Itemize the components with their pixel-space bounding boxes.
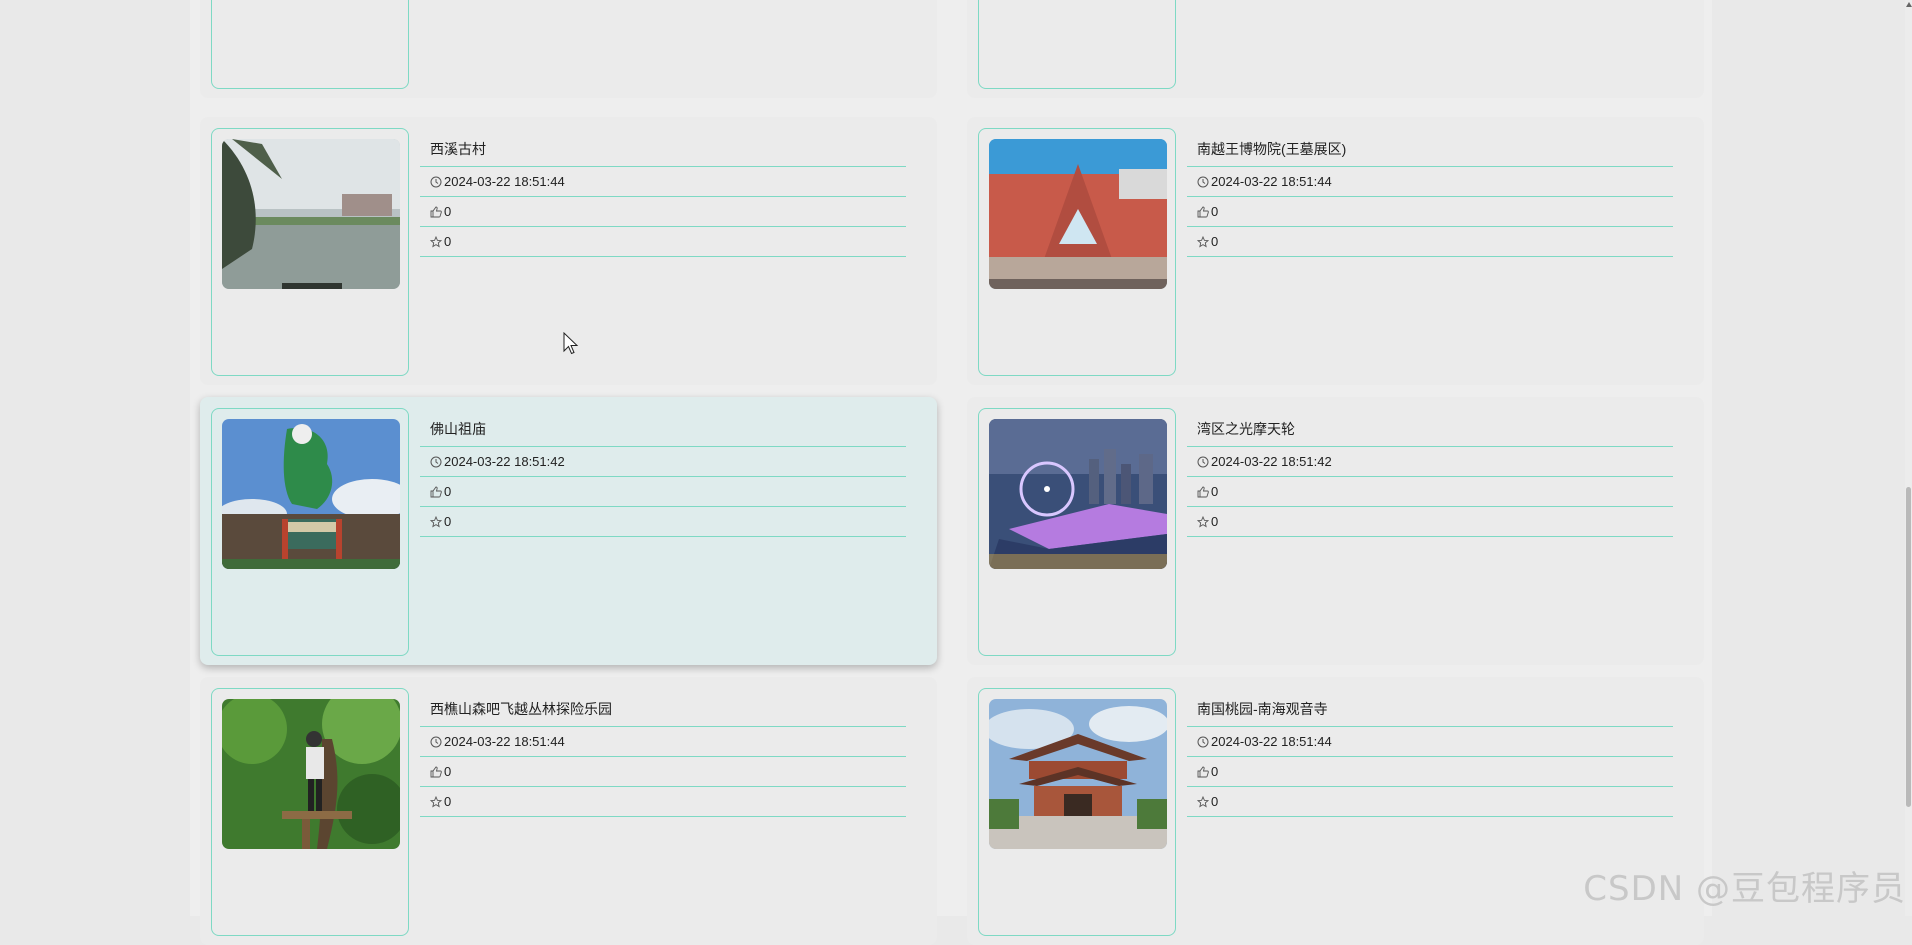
star-icon[interactable]: [430, 795, 442, 808]
star-icon[interactable]: [430, 515, 442, 528]
attraction-info: 湾区之光摩天轮 2024-03-22 18:51:42 0 0: [1187, 411, 1673, 537]
attraction-card[interactable]: 西樵山森吧飞越丛林探险乐园 2024-03-22 18:51:44 0 0: [200, 677, 937, 945]
thumbs-up-icon[interactable]: [1197, 206, 1209, 218]
thumbnail-frame: [978, 688, 1176, 936]
thumbnail-frame: [211, 128, 409, 376]
attraction-thumbnail[interactable]: [989, 699, 1167, 849]
likes-count: 0: [444, 204, 452, 219]
favorites-count: 0: [444, 514, 452, 529]
attraction-thumbnail[interactable]: [222, 139, 400, 289]
publish-date: 2024-03-22 18:51:44: [1211, 174, 1332, 189]
attraction-info: 南国桃园-南海观音寺 2024-03-22 18:51:44 0 0: [1187, 691, 1673, 817]
publish-date: 2024-03-22 18:51:42: [1211, 454, 1332, 469]
vertical-scrollbar[interactable]: [1905, 0, 1912, 916]
attraction-card[interactable]: [200, 0, 937, 98]
favorites-row: 0: [420, 507, 906, 537]
favorites-count: 0: [1211, 514, 1219, 529]
publish-date: 2024-03-22 18:51:44: [444, 734, 565, 749]
likes-row: 0: [1187, 197, 1673, 227]
thumbs-up-icon[interactable]: [1197, 766, 1209, 778]
favorites-count: 0: [1211, 794, 1219, 809]
thumbs-up-icon[interactable]: [430, 486, 442, 498]
publish-date-row: 2024-03-22 18:51:44: [420, 167, 906, 197]
attraction-card[interactable]: 南越王博物院(王墓展区) 2024-03-22 18:51:44 0 0: [967, 117, 1704, 385]
favorites-row: 0: [1187, 787, 1673, 817]
attraction-thumbnail[interactable]: [989, 139, 1167, 289]
thumbs-up-icon[interactable]: [430, 206, 442, 218]
publish-date: 2024-03-22 18:51:44: [444, 174, 565, 189]
likes-row: 0: [420, 757, 906, 787]
likes-count: 0: [444, 764, 452, 779]
clock-icon: [1197, 456, 1209, 468]
favorites-row: 0: [420, 227, 906, 257]
thumbnail-frame: [211, 408, 409, 656]
favorites-count: 0: [444, 794, 452, 809]
clock-icon: [1197, 736, 1209, 748]
clock-icon: [430, 736, 442, 748]
thumbs-up-icon[interactable]: [430, 766, 442, 778]
thumbnail-frame: [978, 408, 1176, 656]
likes-count: 0: [444, 484, 452, 499]
attraction-title[interactable]: 西溪古村: [420, 131, 906, 167]
scroll-up-arrow-icon[interactable]: [1906, 2, 1912, 7]
attraction-info: 西溪古村 2024-03-22 18:51:44 0 0: [420, 131, 906, 257]
attraction-info: 佛山祖庙 2024-03-22 18:51:42 0 0: [420, 411, 906, 537]
mouse-cursor-icon: [563, 332, 579, 355]
attraction-title[interactable]: 南越王博物院(王墓展区): [1187, 131, 1673, 167]
favorites-row: 0: [1187, 507, 1673, 537]
watermark: CSDN @豆包程序员: [1583, 869, 1906, 909]
attraction-info: 南越王博物院(王墓展区) 2024-03-22 18:51:44 0 0: [1187, 131, 1673, 257]
attraction-card[interactable]: [967, 0, 1704, 98]
thumbnail-frame: [211, 0, 409, 89]
thumbnail-frame: [978, 128, 1176, 376]
likes-row: 0: [1187, 757, 1673, 787]
clock-icon: [430, 176, 442, 188]
likes-count: 0: [1211, 764, 1219, 779]
star-icon[interactable]: [1197, 795, 1209, 808]
likes-row: 0: [1187, 477, 1673, 507]
favorites-row: 0: [1187, 227, 1673, 257]
attraction-card[interactable]: 佛山祖庙 2024-03-22 18:51:42 0 0: [200, 397, 937, 665]
thumbnail-frame: [978, 0, 1176, 89]
publish-date-row: 2024-03-22 18:51:44: [1187, 167, 1673, 197]
star-icon[interactable]: [430, 235, 442, 248]
attraction-list: 西溪古村 2024-03-22 18:51:44 0 0 南越王博物院(王墓展区…: [190, 0, 1712, 945]
thumbs-up-icon[interactable]: [1197, 486, 1209, 498]
star-icon[interactable]: [1197, 515, 1209, 528]
attraction-title[interactable]: 佛山祖庙: [420, 411, 906, 447]
clock-icon: [430, 456, 442, 468]
attraction-thumbnail[interactable]: [222, 699, 400, 849]
favorites-count: 0: [1211, 234, 1219, 249]
attraction-title[interactable]: 湾区之光摩天轮: [1187, 411, 1673, 447]
attraction-thumbnail[interactable]: [989, 419, 1167, 569]
attraction-card[interactable]: 湾区之光摩天轮 2024-03-22 18:51:42 0 0: [967, 397, 1704, 665]
attraction-thumbnail[interactable]: [222, 419, 400, 569]
attraction-title[interactable]: 西樵山森吧飞越丛林探险乐园: [420, 691, 906, 727]
publish-date-row: 2024-03-22 18:51:44: [420, 727, 906, 757]
star-icon[interactable]: [1197, 235, 1209, 248]
clock-icon: [1197, 176, 1209, 188]
publish-date-row: 2024-03-22 18:51:42: [420, 447, 906, 477]
attraction-info: 西樵山森吧飞越丛林探险乐园 2024-03-22 18:51:44 0 0: [420, 691, 906, 817]
likes-count: 0: [1211, 484, 1219, 499]
publish-date-row: 2024-03-22 18:51:42: [1187, 447, 1673, 477]
publish-date: 2024-03-22 18:51:44: [1211, 734, 1332, 749]
likes-row: 0: [420, 197, 906, 227]
likes-row: 0: [420, 477, 906, 507]
publish-date: 2024-03-22 18:51:42: [444, 454, 565, 469]
favorites-row: 0: [420, 787, 906, 817]
thumbnail-frame: [211, 688, 409, 936]
scroll-thumb[interactable]: [1906, 487, 1911, 807]
attraction-title[interactable]: 南国桃园-南海观音寺: [1187, 691, 1673, 727]
favorites-count: 0: [444, 234, 452, 249]
likes-count: 0: [1211, 204, 1219, 219]
publish-date-row: 2024-03-22 18:51:44: [1187, 727, 1673, 757]
